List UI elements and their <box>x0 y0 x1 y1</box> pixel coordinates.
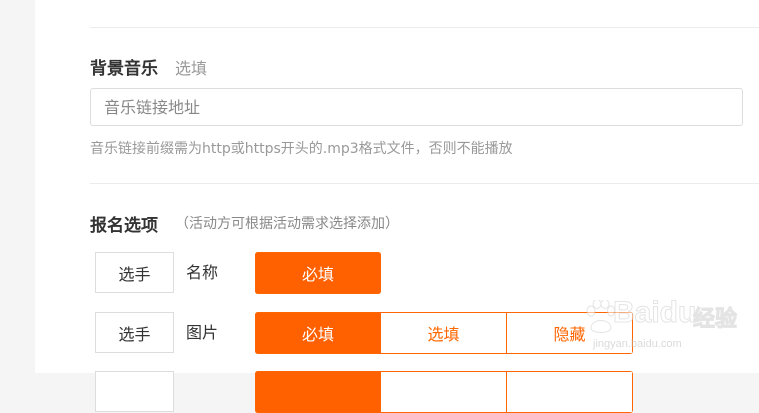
contestant-tag-button[interactable] <box>95 371 174 412</box>
optional-tag: 选填 <box>175 59 208 78</box>
requirement-segmented-control: 必填 <box>255 252 381 294</box>
signup-options-hint: （活动方可根据活动需求选择添加） <box>175 216 399 232</box>
required-option-button[interactable] <box>255 371 381 413</box>
requirement-segmented-control <box>255 371 633 413</box>
required-option-button[interactable]: 必填 <box>255 312 381 354</box>
signup-options-title: 报名选项 <box>90 216 158 236</box>
music-url-note: 音乐链接前缀需为http或https开头的.mp3格式文件，否则不能播放 <box>90 141 513 157</box>
field-label-image: 图片 <box>186 323 219 342</box>
optional-option-button[interactable]: 选填 <box>381 312 507 354</box>
required-option-button[interactable]: 必填 <box>255 252 381 294</box>
hidden-option-button[interactable] <box>507 371 633 413</box>
section-divider <box>90 27 759 28</box>
requirement-segmented-control: 必填 选填 隐藏 <box>255 312 633 354</box>
contestant-tag-button[interactable]: 选手 <box>95 252 174 293</box>
background-music-title: 背景音乐 <box>90 59 158 79</box>
music-url-input[interactable] <box>90 88 743 126</box>
field-label-name: 名称 <box>186 263 219 282</box>
optional-option-button[interactable] <box>381 371 507 413</box>
hidden-option-button[interactable]: 隐藏 <box>507 312 633 354</box>
section-divider <box>90 183 759 184</box>
contestant-tag-button[interactable]: 选手 <box>95 312 174 353</box>
